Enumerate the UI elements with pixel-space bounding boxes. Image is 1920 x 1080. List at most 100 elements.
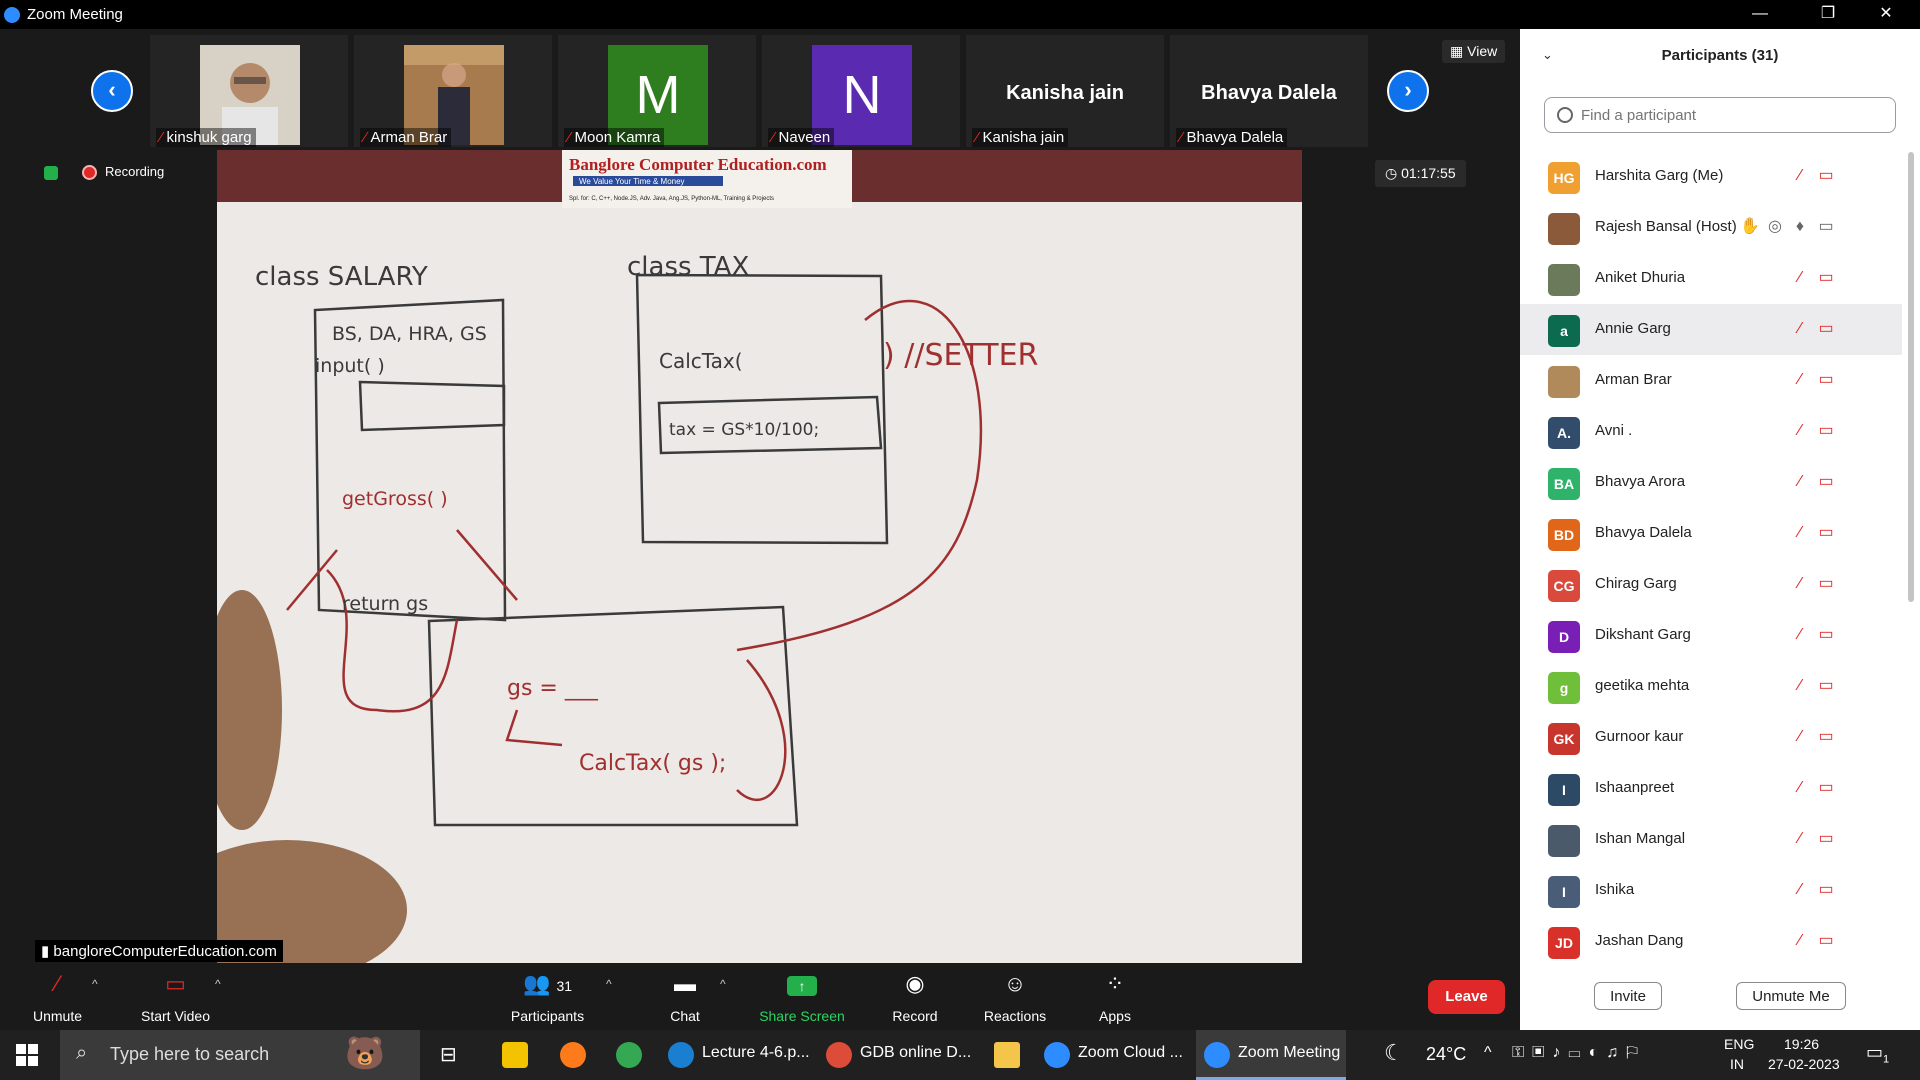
- participant-row[interactable]: I Ishika ⁄ ▭: [1520, 865, 1902, 916]
- video-thumbnail[interactable]: ⁄ Arman Brar: [354, 35, 552, 147]
- share-screen-button[interactable]: ↑ Share Screen: [752, 963, 852, 1030]
- participant-name: Rajesh Bansal (Host): [1595, 218, 1737, 235]
- gallery-prev-button[interactable]: ‹: [91, 70, 133, 112]
- notification-icon[interactable]: ▭1: [1866, 1042, 1889, 1066]
- mic-muted-icon: ⁄: [1798, 932, 1802, 949]
- participant-list-scrollbar[interactable]: [1908, 152, 1914, 602]
- mic-muted-icon: ⁄: [55, 971, 60, 996]
- reactions-button[interactable]: ☺ Reactions: [975, 963, 1055, 1030]
- participant-name: Annie Garg: [1595, 320, 1671, 337]
- unmute-button[interactable]: ⁄ Unmute: [20, 963, 95, 1030]
- thumbnail-label: ⁄ Naveen: [768, 128, 835, 147]
- participant-row[interactable]: BD Bhavya Dalela ⁄ ▭: [1520, 508, 1902, 559]
- avatar: I: [1548, 774, 1580, 806]
- minimize-button[interactable]: —: [1732, 0, 1788, 29]
- participant-row[interactable]: JD Jashan Dang ⁄ ▭: [1520, 916, 1902, 967]
- video-off-icon: ▭: [1818, 524, 1834, 541]
- system-tray-icons[interactable]: ⚿▣♪▭◐♫⚐: [1512, 1044, 1646, 1062]
- mic-muted-icon: ⁄: [1798, 269, 1802, 286]
- file-explorer-icon[interactable]: [986, 1030, 1022, 1080]
- clock-date[interactable]: 27-02-2023: [1768, 1056, 1840, 1072]
- taskbar-search-box[interactable]: ⌕ Type here to search 🐻: [60, 1030, 420, 1080]
- participant-row[interactable]: GK Gurnoor kaur ⁄ ▭: [1520, 712, 1902, 763]
- video-thumbnail[interactable]: Bhavya Dalela ⁄ Bhavya Dalela: [1170, 35, 1368, 147]
- salary-fields-label: BS, DA, HRA, GS: [332, 323, 487, 345]
- mic-muted-icon: ⁄: [772, 129, 775, 146]
- video-options-caret[interactable]: ^: [215, 977, 221, 991]
- weather-moon-icon[interactable]: ☾: [1384, 1040, 1404, 1066]
- polar-bear-icon: 🐻: [345, 1035, 385, 1071]
- taskbar-app-zoom-meeting[interactable]: Zoom Meeting: [1196, 1030, 1346, 1080]
- video-thumbnail[interactable]: N ⁄ Naveen: [762, 35, 960, 147]
- banner-title: Banglore Computer Education.com: [569, 155, 827, 174]
- record-button[interactable]: ◉ Record: [885, 963, 945, 1030]
- gallery-next-button[interactable]: ›: [1387, 70, 1429, 112]
- video-player-icon[interactable]: [494, 1030, 530, 1080]
- close-button[interactable]: ✕: [1858, 0, 1914, 29]
- chrome-icon: [826, 1042, 852, 1068]
- tray-overflow-icon[interactable]: ^: [1484, 1044, 1492, 1062]
- participant-row[interactable]: CG Chirag Garg ⁄ ▭: [1520, 559, 1902, 610]
- mic-muted-icon: ⁄: [1798, 524, 1802, 541]
- video-off-icon: ▭: [1818, 575, 1834, 592]
- participant-row[interactable]: Rajesh Bansal (Host) ✋ ◎ ♦ ▭: [1520, 202, 1902, 253]
- participant-search-field[interactable]: [1544, 97, 1896, 133]
- participants-button[interactable]: 👥 31 Participants: [500, 963, 595, 1030]
- invite-button[interactable]: Invite: [1594, 982, 1662, 1010]
- thumbnail-label: ⁄ Moon Kamra: [564, 128, 665, 147]
- whiteboard-drawing: Banglore Computer Education.com We Value…: [217, 150, 1302, 963]
- leave-button[interactable]: Leave: [1428, 980, 1505, 1014]
- participant-row[interactable]: Ishan Mangal ⁄ ▭: [1520, 814, 1902, 865]
- chat-options-caret[interactable]: ^: [720, 977, 726, 991]
- chrome-icon[interactable]: [608, 1030, 644, 1080]
- participant-row[interactable]: Arman Brar ⁄ ▭: [1520, 355, 1902, 406]
- pointer-icon: ◎: [1768, 218, 1782, 235]
- windows-start-icon[interactable]: [16, 1044, 38, 1066]
- participant-row[interactable]: HG Harshita Garg (Me) ⁄ ▭: [1520, 151, 1902, 202]
- chat-button[interactable]: ▬ Chat: [660, 963, 710, 1030]
- participant-row[interactable]: D Dikshant Garg ⁄ ▭: [1520, 610, 1902, 661]
- banner-subtitle: We Value Your Time & Money: [579, 177, 685, 186]
- taskbar-app-gdb[interactable]: GDB online D...: [818, 1030, 971, 1080]
- video-off-icon: ▭: [1818, 932, 1834, 949]
- temperature-label[interactable]: 24°C: [1426, 1044, 1466, 1065]
- mic-muted-icon: ⁄: [1798, 575, 1802, 592]
- video-thumbnail[interactable]: M ⁄ Moon Kamra: [558, 35, 756, 147]
- task-view-icon[interactable]: ⊟: [436, 1030, 472, 1080]
- search-icon: [1557, 107, 1573, 123]
- video-thumbnail[interactable]: ⁄ kinshuk garg: [150, 35, 348, 147]
- participants-options-caret[interactable]: ^: [606, 977, 612, 991]
- return-gs-label: return gs: [342, 593, 428, 615]
- restore-button[interactable]: ❐: [1800, 0, 1856, 29]
- participant-row[interactable]: A. Avni . ⁄ ▭: [1520, 406, 1902, 457]
- participant-name: Ishan Mangal: [1595, 830, 1686, 847]
- signal-icon: ▮: [41, 943, 54, 960]
- participant-name: Aniket Dhuria: [1595, 269, 1686, 286]
- taskbar-search-placeholder: Type here to search: [110, 1044, 270, 1064]
- video-thumbnail[interactable]: Kanisha jain ⁄ Kanisha jain: [966, 35, 1164, 147]
- participant-row[interactable]: Aniket Dhuria ⁄ ▭: [1520, 253, 1902, 304]
- language-top[interactable]: ENG: [1724, 1036, 1754, 1052]
- view-button[interactable]: ▦ View: [1442, 40, 1506, 63]
- apps-button[interactable]: ⁘ Apps: [1090, 963, 1140, 1030]
- firefox-icon[interactable]: [552, 1030, 588, 1080]
- participants-count: 31: [556, 978, 573, 994]
- mic-muted-icon: ⁄: [160, 129, 163, 146]
- audio-options-caret[interactable]: ^: [92, 977, 98, 991]
- language-bottom[interactable]: IN: [1730, 1056, 1744, 1072]
- participant-search-input[interactable]: [1579, 106, 1883, 125]
- avatar: I: [1548, 876, 1580, 908]
- unmute-me-button[interactable]: Unmute Me: [1736, 982, 1846, 1010]
- participant-row[interactable]: a Annie Garg ⁄ ▭: [1520, 304, 1902, 355]
- setter-note: ) //SETTER: [883, 338, 1038, 373]
- avatar: a: [1548, 315, 1580, 347]
- clock-time[interactable]: 19:26: [1784, 1036, 1819, 1052]
- participant-name: Gurnoor kaur: [1595, 728, 1684, 745]
- participant-row[interactable]: I Ishaanpreet ⁄ ▭: [1520, 763, 1902, 814]
- participants-header: Participants (31): [1661, 47, 1779, 64]
- participant-row[interactable]: g geetika mehta ⁄ ▭: [1520, 661, 1902, 712]
- taskbar-app-lecture-pdf[interactable]: Lecture 4-6.p...: [660, 1030, 810, 1080]
- participant-row[interactable]: BA Bhavya Arora ⁄ ▭: [1520, 457, 1902, 508]
- start-video-button[interactable]: ▭ Start Video: [128, 963, 223, 1030]
- taskbar-app-zoom-cloud[interactable]: Zoom Cloud ...: [1036, 1030, 1186, 1080]
